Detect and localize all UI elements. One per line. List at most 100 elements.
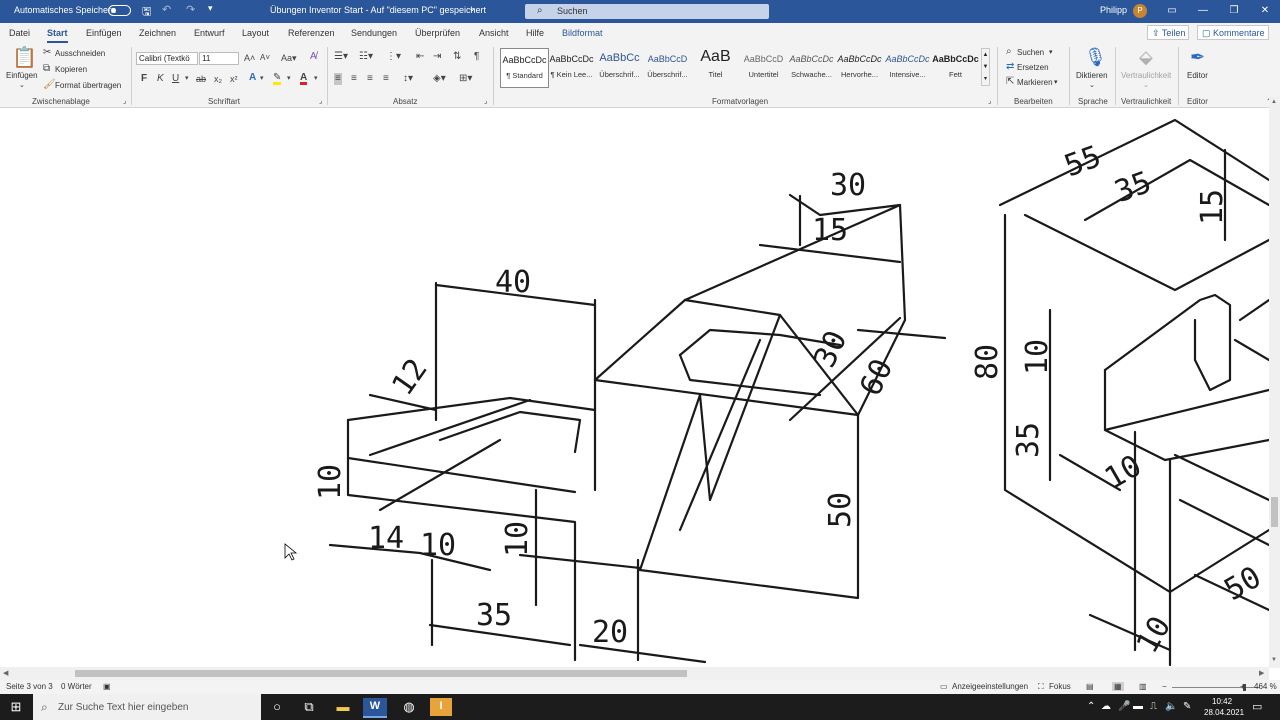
page-count[interactable]: Seite 3 von 3 bbox=[6, 682, 53, 691]
scroll-right-icon[interactable]: ▶ bbox=[1259, 669, 1264, 677]
sort-icon[interactable]: ⇅ bbox=[453, 52, 461, 62]
tab-picture-format[interactable]: Bildformat bbox=[562, 28, 603, 38]
style-heading-1[interactable]: AaBbCc Überschrif... bbox=[596, 48, 643, 86]
justify-icon[interactable]: ≡ bbox=[383, 74, 389, 84]
paste-icon[interactable]: 📋 bbox=[12, 47, 37, 69]
clock-date[interactable]: 28.04.2021 bbox=[1204, 708, 1244, 717]
save-icon[interactable]: 🖫 bbox=[142, 3, 151, 22]
tab-help[interactable]: Hilfe bbox=[526, 28, 544, 38]
format-painter-button[interactable]: Format übertragen bbox=[55, 81, 121, 90]
highlight-icon[interactable]: ✎ bbox=[273, 73, 282, 85]
style-heading-2[interactable]: AaBbCcD Überschrif... bbox=[644, 48, 691, 86]
tab-references[interactable]: Referenzen bbox=[288, 28, 335, 38]
font-launcher-icon[interactable]: ⌟ bbox=[319, 97, 322, 105]
font-color-icon[interactable]: A bbox=[300, 73, 308, 85]
cut-button[interactable]: Ausschneiden bbox=[55, 49, 105, 58]
align-left-icon[interactable]: ≡ bbox=[334, 73, 342, 85]
select-chevron-icon[interactable]: ▾ bbox=[1054, 78, 1058, 86]
zoom-slider[interactable] bbox=[1172, 684, 1260, 691]
replace-button[interactable]: Ersetzen bbox=[1017, 63, 1049, 72]
bullets-icon[interactable]: ☰▾ bbox=[334, 52, 348, 62]
more-icon[interactable]: ▾ bbox=[984, 76, 987, 82]
browser-icon[interactable]: ◍ bbox=[399, 699, 419, 715]
style-emphasis[interactable]: AaBbCcDc Hervorhe... bbox=[836, 48, 883, 86]
chevron-up-icon[interactable]: ▲ bbox=[983, 52, 989, 58]
tab-file[interactable]: Datei bbox=[9, 28, 30, 38]
undo-icon[interactable]: ↶ bbox=[162, 3, 171, 16]
comments-button[interactable]: ▢ Kommentare bbox=[1197, 25, 1269, 40]
clear-formatting-icon[interactable]: A̸ bbox=[310, 52, 317, 62]
document-title[interactable]: Übungen Inventor Start - Auf "diesem PC"… bbox=[270, 5, 486, 15]
scroll-down-icon[interactable]: ▼ bbox=[1271, 657, 1277, 663]
paste-button[interactable]: Einfügen bbox=[6, 71, 38, 80]
strikethrough-icon[interactable]: ab bbox=[196, 74, 206, 84]
pen-icon[interactable]: ✎ bbox=[1183, 701, 1191, 712]
close-icon[interactable]: ✕ bbox=[1250, 3, 1280, 19]
style-title[interactable]: AaB Titel bbox=[692, 48, 739, 86]
horizontal-scrollbar[interactable]: ◀ ▶ bbox=[0, 667, 1269, 680]
grow-font-icon[interactable]: A˄ bbox=[244, 53, 255, 63]
taskbar-search-input[interactable]: ⌕ Zur Suche Text hier eingeben bbox=[33, 694, 261, 720]
borders-icon[interactable]: ⊞▾ bbox=[459, 74, 472, 84]
web-layout-icon[interactable]: ▥ bbox=[1139, 682, 1147, 691]
find-chevron-icon[interactable]: ▾ bbox=[1049, 48, 1053, 56]
zoom-level[interactable]: 464 % bbox=[1254, 682, 1277, 691]
scroll-left-icon[interactable]: ◀ bbox=[3, 669, 8, 677]
italic-button[interactable]: K bbox=[157, 74, 164, 84]
shading-icon[interactable]: ◈▾ bbox=[433, 74, 446, 84]
multilevel-list-icon[interactable]: ⋮▾ bbox=[386, 52, 401, 62]
scroll-up-icon[interactable]: ▲ bbox=[1271, 99, 1277, 105]
word-app-icon[interactable]: W bbox=[363, 698, 387, 718]
subscript-icon[interactable]: x₂ bbox=[214, 74, 222, 84]
microphone-icon[interactable]: 🎙 bbox=[1084, 47, 1107, 67]
dictate-button[interactable]: Diktieren bbox=[1076, 71, 1108, 80]
word-count[interactable]: 0 Wörter bbox=[61, 682, 92, 691]
change-case-icon[interactable]: Aa▾ bbox=[281, 53, 297, 63]
vertical-scroll-thumb[interactable] bbox=[1271, 497, 1278, 527]
avatar[interactable]: P bbox=[1133, 4, 1147, 18]
volume-icon[interactable]: 🔈 bbox=[1165, 701, 1177, 712]
inventor-app-icon[interactable]: I bbox=[430, 698, 452, 716]
customize-qat-icon[interactable]: ▾ bbox=[208, 3, 213, 14]
autosave-toggle[interactable] bbox=[108, 5, 131, 16]
editor-icon[interactable]: ✒ bbox=[1190, 47, 1205, 67]
proofing-icon[interactable]: ▣ bbox=[103, 682, 111, 691]
user-name[interactable]: Philipp bbox=[1100, 5, 1127, 15]
cortana-icon[interactable]: ○ bbox=[267, 699, 287, 715]
tab-mailings[interactable]: Sendungen bbox=[351, 28, 397, 38]
text-effects-icon[interactable]: A bbox=[249, 73, 256, 83]
network-icon[interactable]: ⎍ bbox=[1150, 701, 1157, 712]
underline-chevron-icon[interactable]: ▾ bbox=[185, 74, 189, 84]
shrink-font-icon[interactable]: A˅ bbox=[260, 53, 270, 63]
windows-start-icon[interactable]: ⊞ bbox=[6, 699, 26, 715]
editor-button[interactable]: Editor bbox=[1187, 71, 1208, 80]
tab-layout[interactable]: Layout bbox=[242, 28, 269, 38]
style-subtle-emphasis[interactable]: AaBbCcDc Schwache... bbox=[788, 48, 835, 86]
minimize-icon[interactable]: — bbox=[1188, 3, 1218, 19]
vertical-scrollbar[interactable]: ▲ ▼ bbox=[1269, 97, 1280, 668]
clipboard-launcher-icon[interactable]: ⌟ bbox=[123, 97, 126, 105]
read-mode-icon[interactable]: ▤ bbox=[1086, 682, 1094, 691]
style-intense-emphasis[interactable]: AaBbCcDc Intensive... bbox=[884, 48, 931, 86]
increase-indent-icon[interactable]: ⇥ bbox=[433, 52, 441, 62]
style-no-spacing[interactable]: AaBbCcDc ¶ Kein Lee... bbox=[548, 48, 595, 86]
styles-launcher-icon[interactable]: ⌟ bbox=[988, 97, 991, 105]
horizontal-scroll-thumb[interactable] bbox=[75, 670, 687, 677]
decrease-indent-icon[interactable]: ⇤ bbox=[416, 52, 424, 62]
styles-gallery-scroll[interactable]: ▲ ▼ ▾ bbox=[981, 48, 990, 86]
restore-icon[interactable]: ❐ bbox=[1219, 3, 1249, 19]
align-right-icon[interactable]: ≡ bbox=[367, 74, 373, 84]
tab-insert[interactable]: Einfügen bbox=[86, 28, 122, 38]
superscript-icon[interactable]: x² bbox=[230, 74, 238, 84]
zoom-in-icon[interactable]: + bbox=[1240, 682, 1245, 691]
bold-button[interactable]: F bbox=[141, 74, 147, 84]
file-explorer-icon[interactable]: ▬ bbox=[333, 699, 353, 715]
style-standard[interactable]: AaBbCcDc ¶ Standard bbox=[500, 48, 549, 88]
tab-review[interactable]: Überprüfen bbox=[415, 28, 460, 38]
underline-button[interactable]: U bbox=[172, 74, 179, 84]
tray-camera-icon[interactable]: ▬ bbox=[1133, 701, 1143, 712]
onedrive-icon[interactable]: ☁ bbox=[1101, 701, 1111, 712]
tab-draw[interactable]: Zeichnen bbox=[139, 28, 176, 38]
display-settings-button[interactable]: Anzeigeeinstellungen bbox=[952, 682, 1028, 691]
line-spacing-icon[interactable]: ↕▾ bbox=[403, 74, 413, 84]
